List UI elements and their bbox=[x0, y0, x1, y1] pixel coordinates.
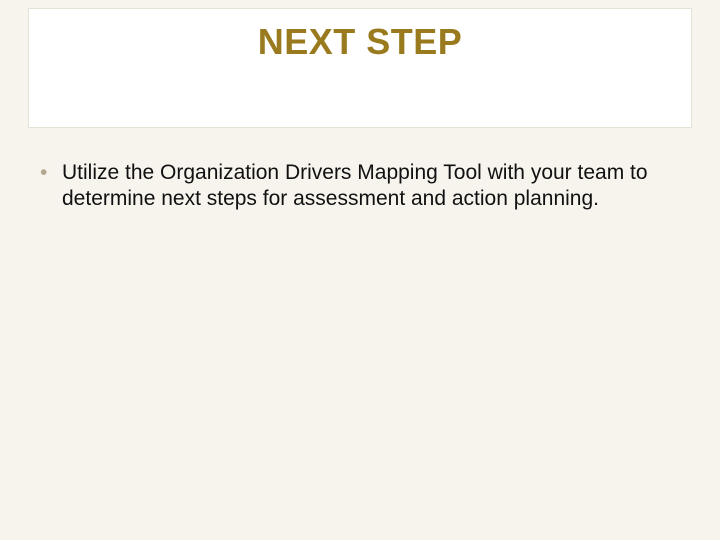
slide: NEXT STEP Utilize the Organization Drive… bbox=[0, 0, 720, 540]
slide-body: Utilize the Organization Drivers Mapping… bbox=[36, 160, 680, 213]
bullet-text: Utilize the Organization Drivers Mapping… bbox=[62, 161, 648, 210]
slide-title: NEXT STEP bbox=[258, 21, 463, 63]
bullet-list: Utilize the Organization Drivers Mapping… bbox=[36, 160, 680, 213]
list-item: Utilize the Organization Drivers Mapping… bbox=[36, 160, 680, 213]
slide-title-box: NEXT STEP bbox=[28, 8, 692, 128]
